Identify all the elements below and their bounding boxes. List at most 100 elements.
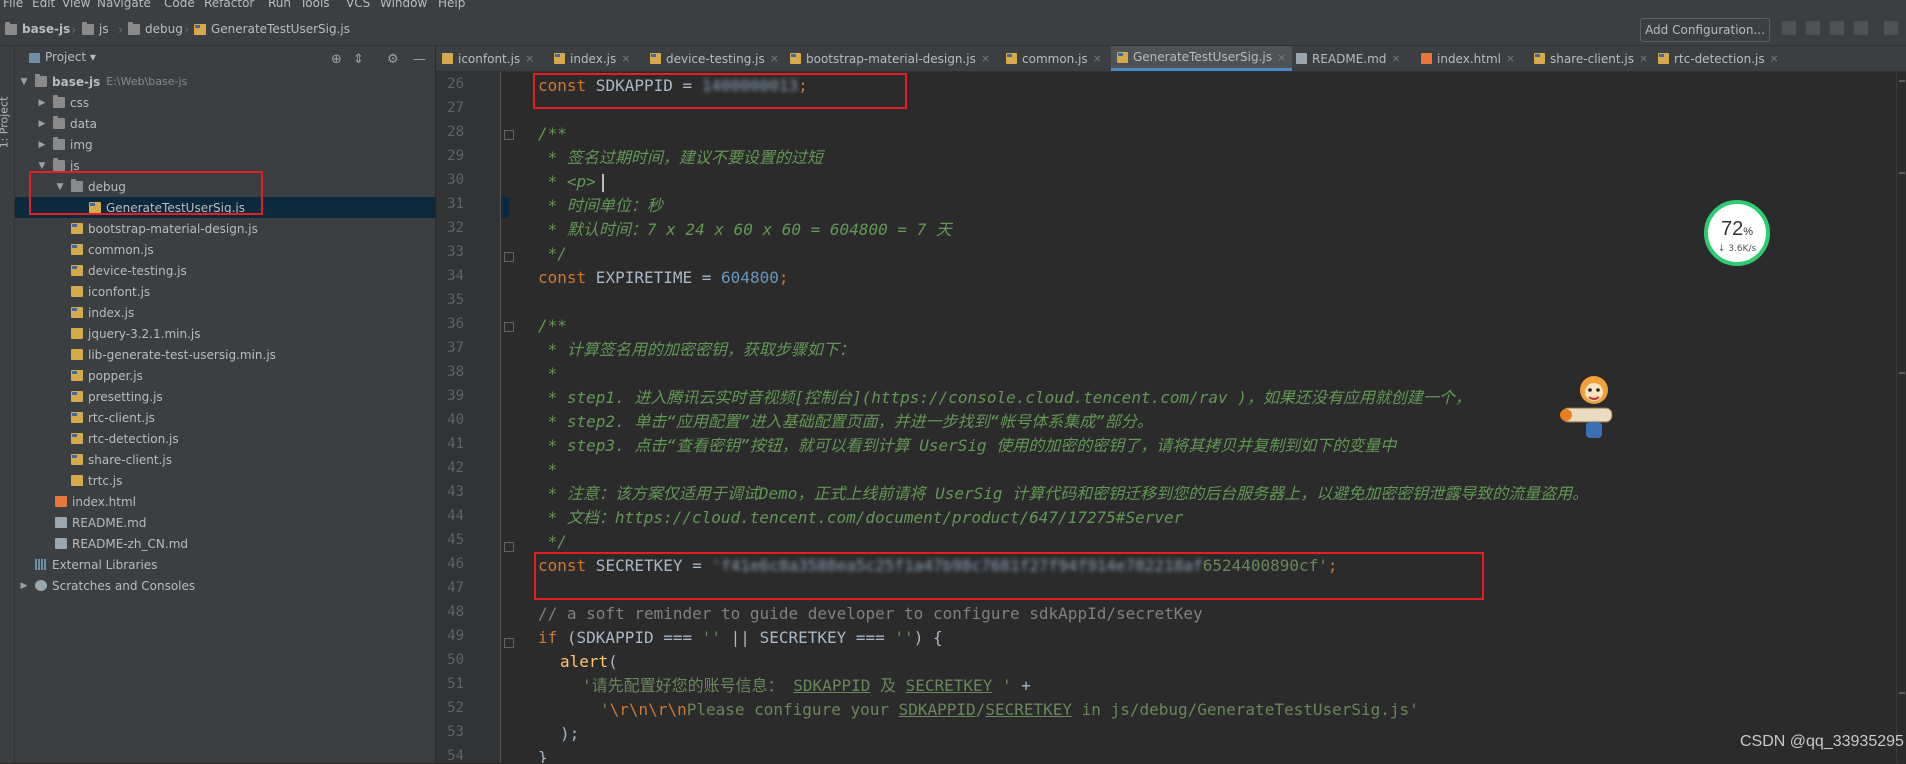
locate-icon[interactable]: ⊕ [331,52,342,67]
tree-file[interactable]: index.html [15,491,475,512]
menu-help[interactable]: Help [438,0,465,10]
gear-icon[interactable]: ⚙ [387,52,399,67]
line-number: 29 [447,148,464,164]
tree-file[interactable]: iconfont.js [15,281,491,302]
comment: * step1. 进入腾讯云实时音视频[控制台](https://console… [538,388,1471,407]
expression: || SECRETKEY === [721,628,895,647]
code-line-43: * 注意：该方案仅适用于调试Demo，正式上线前请将 UserSig 计算代码和… [538,482,1589,506]
project-icon [29,53,40,63]
tree-root[interactable]: ▼ base-js E:\Web\base-js [15,71,439,92]
tree-file[interactable]: README-zh_CN.md [15,533,475,554]
identifier: EXPIRETIME [586,268,693,287]
folder-icon [53,158,65,171]
menu-code[interactable]: Code [164,0,195,10]
speed-percent-value: 72 [1720,218,1744,240]
tree-label: bootstrap-material-design.js [88,221,258,236]
tree-file[interactable]: trtc.js [15,470,491,491]
menu-tools[interactable]: Tools [300,0,330,10]
tab-label: iconfont.js [458,51,521,66]
tree-file[interactable]: index.js [15,302,491,323]
coverage-icon[interactable] [1830,21,1844,35]
js-file-icon [194,23,206,35]
search-icon[interactable] [1884,21,1898,35]
close-icon[interactable]: × [770,52,779,65]
comment: * [538,364,558,383]
tree-file[interactable]: rtc-client.js [15,407,491,428]
tab-label: bootstrap-material-design.js [806,51,976,66]
comment: * 计算签名用的加密密钥，获取步骤如下： [538,340,855,359]
tab-share-client[interactable]: share-client.js × [1528,46,1654,71]
js-file-icon [71,349,83,360]
close-icon[interactable]: × [1639,52,1648,65]
code-line-38: * [538,362,558,386]
breadcrumb-js[interactable]: js [82,21,109,37]
comment: * step3. 点击“查看密钥”按钮，就可以看到计算 UserSig 使用的加… [538,436,1397,455]
js-file-icon [1117,51,1128,63]
tab-iconfont[interactable]: iconfont.js × [436,46,540,71]
menu-window[interactable]: Window [380,0,427,10]
close-icon[interactable]: × [1506,52,1515,65]
tab-common[interactable]: common.js × [1000,46,1108,71]
chevron-right-icon: ▶ [20,580,28,591]
menu-refactor[interactable]: Refactor [204,0,254,10]
code-line-54: } [538,746,548,763]
breadcrumb-debug[interactable]: debug [128,21,183,37]
close-icon[interactable]: × [1770,52,1779,65]
tree-file[interactable]: device-testing.js [15,260,491,281]
tab-generate-test-usersig[interactable]: GenerateTestUserSig.js × [1111,46,1293,71]
menu-view[interactable]: View [62,0,90,10]
project-tool-button[interactable]: 1: Project [0,97,10,149]
tree-file[interactable]: jquery-3.2.1.min.js [15,323,491,344]
editor-scrollbar[interactable] [1896,72,1906,763]
menu-file[interactable]: File [3,0,23,10]
tree-label: External Libraries [52,557,158,572]
tree-external-libraries[interactable]: External Libraries [15,554,439,575]
minimize-icon[interactable]: — [413,52,426,67]
tab-index-html[interactable]: index.html × [1415,46,1521,71]
menu-vcs[interactable]: VCS [346,0,370,10]
tree-file[interactable]: rtc-detection.js [15,428,491,449]
debug-highlight-box [29,171,263,215]
tree-folder-data[interactable]: ▶ data [15,113,457,134]
run-icon[interactable] [1782,21,1796,35]
code-editor[interactable]: */ const SDKAPPID = 1400000013; /** * 签名… [502,72,1906,763]
menu-run[interactable]: Run [268,0,291,10]
stop-icon[interactable] [1854,21,1868,35]
add-configuration-button[interactable]: Add Configuration... [1640,18,1770,42]
debug-icon[interactable] [1806,21,1820,35]
tab-device-testing[interactable]: device-testing.js × [644,46,785,71]
close-icon[interactable]: × [981,52,990,65]
close-icon[interactable]: × [1093,52,1102,65]
breadcrumb-project[interactable]: base-js [5,21,70,37]
tab-readme[interactable]: README.md × [1290,46,1407,71]
close-icon[interactable]: × [1277,51,1286,64]
close-icon[interactable]: × [1391,52,1400,65]
js-file-icon [1658,53,1669,64]
collapse-all-icon[interactable]: ⇕ [353,52,364,67]
code-line-28: /** [538,122,567,146]
tree-file[interactable]: bootstrap-material-design.js [15,218,491,239]
close-icon[interactable]: × [621,52,630,65]
close-icon[interactable]: × [525,52,534,65]
project-panel-title: Project [45,50,87,64]
tree-folder-css[interactable]: ▶ css [15,92,457,113]
tree-file[interactable]: share-client.js [15,449,491,470]
tree-label: common.js [88,242,154,257]
tree-file[interactable]: common.js [15,239,491,260]
tree-file[interactable]: README.md [15,512,475,533]
tab-index-js[interactable]: index.js × [548,46,636,71]
tree-file[interactable]: popper.js [15,365,491,386]
tab-bootstrap-material-design[interactable]: bootstrap-material-design.js × [784,46,996,71]
tree-file[interactable]: presetting.js [15,386,491,407]
tree-file[interactable]: lib-generate-test-usersig.min.js [15,344,491,365]
breadcrumb-file[interactable]: GenerateTestUserSig.js [194,21,350,37]
project-view-selector[interactable]: Project ▾ [45,50,96,64]
paren: ( [608,652,618,671]
tree-scratches[interactable]: ▶ Scratches and Consoles [15,575,439,596]
tab-rtc-detection[interactable]: rtc-detection.js × [1652,46,1785,71]
menu-edit[interactable]: Edit [32,0,55,10]
tree-folder-img[interactable]: ▶ img [15,134,457,155]
menu-navigate[interactable]: Navigate [97,0,151,10]
expression: ); [560,724,580,743]
network-speed-widget[interactable]: 72% ↓ 3.6K/s [1704,200,1770,266]
